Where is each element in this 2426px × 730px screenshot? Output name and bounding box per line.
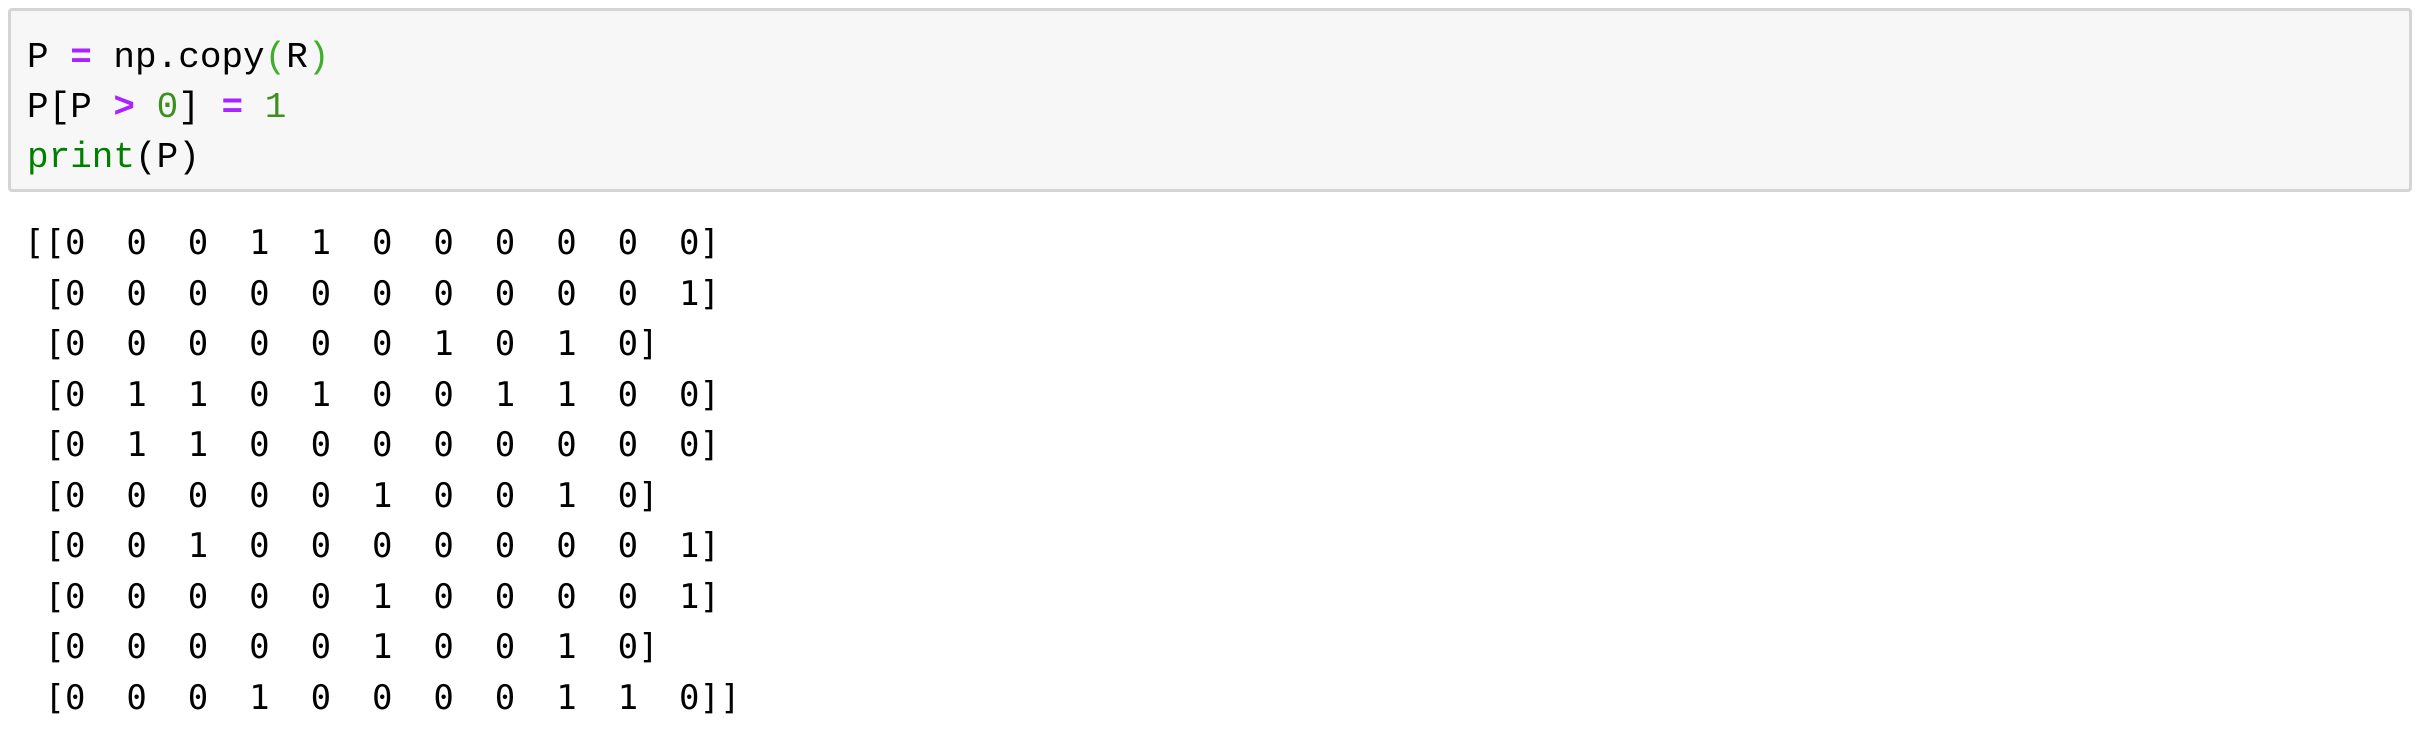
code-text: (P) — [135, 137, 200, 178]
code-text: P — [27, 37, 71, 78]
output-line: [0 0 0 1 0 0 0 0 1 1 0]] — [24, 677, 741, 718]
output-line: [0 0 0 0 0 1 0 0 0 0 1] — [24, 576, 720, 617]
output-line: [[0 0 0 1 1 0 0 0 0 0 0] — [24, 223, 720, 263]
output-line: [0 1 1 0 1 0 0 1 1 0 0] — [24, 374, 720, 415]
output-line: [0 0 0 0 0 0 0 0 0 0 1] — [24, 273, 720, 314]
output-line: [0 0 0 0 0 1 0 0 1 0] — [24, 627, 659, 667]
output-line: [0 1 1 0 0 0 0 0 0 0 0] — [24, 425, 720, 465]
output-line: [0 0 0 0 0 1 0 0 1 0] — [24, 475, 659, 516]
cell-output-area: [[0 0 0 1 1 0 0 0 0 0 0] [0 0 0 0 0 0 0 … — [24, 218, 740, 723]
code-text: R — [286, 37, 308, 78]
code-line: P = np.copy(R) — [27, 33, 2409, 83]
code-operator: = — [70, 37, 92, 78]
code-text: ] — [178, 87, 222, 128]
code-text: P[P — [27, 87, 114, 128]
code-number: 0 — [156, 87, 179, 128]
code-operator: > — [113, 87, 136, 128]
output-line: [0 0 1 0 0 0 0 0 0 0 1] — [24, 526, 720, 566]
code-builtin: print — [27, 137, 136, 178]
code-line: P[P > 0] = 1 — [27, 83, 2409, 133]
code-paren: ) — [307, 37, 330, 78]
notebook-cell: P = np.copy(R) P[P > 0] = 1 print(P) [[0… — [0, 0, 2426, 730]
code-operator: = — [221, 87, 244, 128]
code-text: np.copy — [91, 37, 265, 78]
code-number: 1 — [264, 87, 287, 128]
code-paren: ( — [264, 37, 287, 78]
output-line: [0 0 0 0 0 0 1 0 1 0] — [24, 324, 659, 364]
code-line: print(P) — [27, 133, 2409, 183]
code-input-area[interactable]: P = np.copy(R) P[P > 0] = 1 print(P) — [8, 8, 2412, 192]
